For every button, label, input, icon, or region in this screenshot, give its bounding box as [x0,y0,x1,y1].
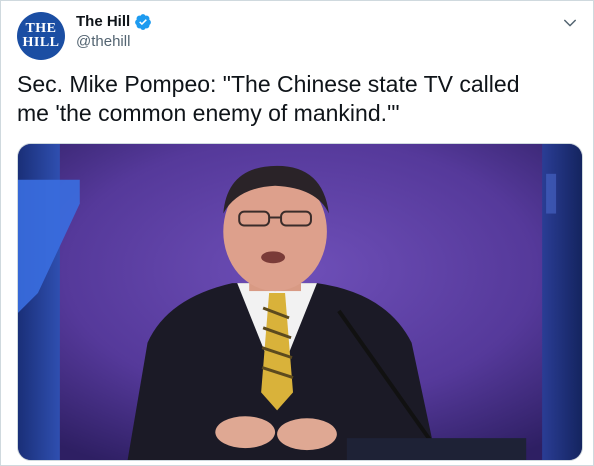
tweet-text: Sec. Mike Pompeo: "The Chinese state TV … [17,71,520,126]
video-frame [18,144,582,460]
chevron-down-icon[interactable] [561,14,579,32]
author-display-name[interactable]: The Hill [76,12,130,32]
tweet-card[interactable]: THE HILL The Hill @thehill Sec. Mike Pom… [0,0,594,466]
author-name-row: The Hill [76,12,152,32]
stage-panel-right-light [546,173,557,214]
tweet-video[interactable] [17,143,583,461]
speaker-hand-right [277,418,337,451]
verified-badge-icon [135,14,152,30]
avatar[interactable]: THE HILL [17,12,65,60]
podium [346,438,527,460]
avatar-text-line1: THE [25,21,57,36]
speaker-mouth [261,251,286,264]
avatar-text-line2: HILL [22,35,60,50]
speaker-hand-left [215,416,276,449]
author-handle[interactable]: @thehill [76,32,130,52]
